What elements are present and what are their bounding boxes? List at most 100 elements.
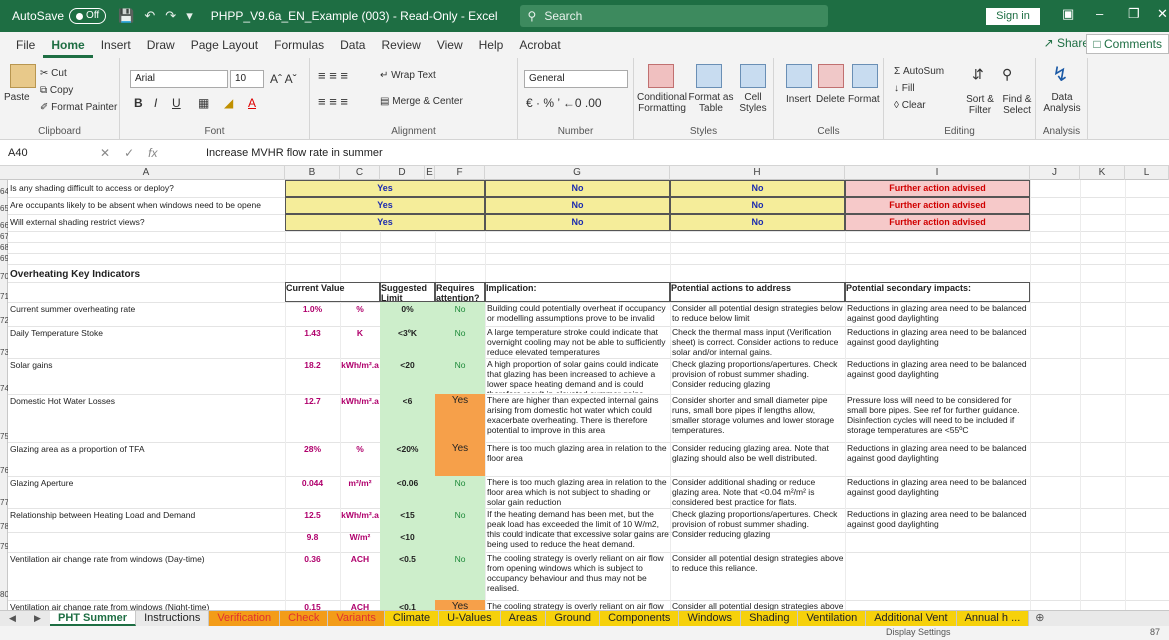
row-header-79[interactable]: 79 <box>0 542 9 551</box>
enter-icon[interactable]: ✓ <box>124 146 134 160</box>
function-icon[interactable]: fx <box>148 146 157 160</box>
conditional-formatting-icon[interactable] <box>648 64 674 88</box>
row-header-66[interactable]: 66 <box>0 221 9 230</box>
cancel-icon[interactable]: ✕ <box>100 146 110 160</box>
row-header-80[interactable]: 80 <box>0 590 9 599</box>
sheet-tab-verification[interactable]: Verification <box>209 611 281 626</box>
zoom-level[interactable]: 87 <box>1150 627 1160 637</box>
sheet-tab-pht-summer[interactable]: PHT Summer <box>50 611 137 626</box>
row-header-68[interactable]: 68 <box>0 243 9 252</box>
share-button[interactable]: ↗ Share <box>1044 36 1089 50</box>
align-top-icon[interactable]: ≡ ≡ ≡ <box>318 68 348 83</box>
sheet-tab-ventilation[interactable]: Ventilation <box>798 611 867 626</box>
row-header-70[interactable]: 70 <box>0 272 9 281</box>
paste-button[interactable]: Paste <box>4 92 30 103</box>
sheet-tab-variants[interactable]: Variants <box>328 611 385 626</box>
row-header-75[interactable]: 75 <box>0 432 9 441</box>
row-header-67[interactable]: 67 <box>0 232 9 241</box>
number-format-select[interactable]: General <box>524 70 628 88</box>
clear-button[interactable]: ◊ Clear <box>894 100 926 111</box>
find-icon[interactable]: ⚲ <box>1002 66 1012 83</box>
prev-sheet-icon[interactable]: ◀ <box>9 613 16 624</box>
ribbon-tab-view[interactable]: View <box>429 38 471 58</box>
maximize-button[interactable]: ❐ <box>1128 6 1140 22</box>
ribbon-tab-draw[interactable]: Draw <box>139 38 183 58</box>
column-header-b[interactable]: B <box>285 166 340 180</box>
format-table-icon[interactable] <box>696 64 722 88</box>
delete-cells-icon[interactable] <box>818 64 844 88</box>
find-select-button[interactable]: Find & Select <box>998 94 1036 116</box>
font-color-icon[interactable]: A <box>248 96 256 110</box>
data-analysis-icon[interactable]: ↯ <box>1052 62 1069 87</box>
row-header-72[interactable]: 72 <box>0 316 9 325</box>
row-header-64[interactable]: 64 <box>0 187 9 196</box>
sheet-tab-components[interactable]: Components <box>600 611 680 626</box>
row-header-73[interactable]: 73 <box>0 348 9 357</box>
sheet-tab-instructions[interactable]: Instructions <box>136 611 210 626</box>
row-header-78[interactable]: 78 <box>0 522 9 531</box>
display-settings-button[interactable]: Display Settings <box>886 627 951 637</box>
sheet-tab-check[interactable]: Check <box>280 611 329 626</box>
format-as-table-button[interactable]: Format as Table <box>688 92 734 114</box>
sheet-tab-ground[interactable]: Ground <box>546 611 601 626</box>
next-sheet-icon[interactable]: ▶ <box>34 613 41 624</box>
fill-color-icon[interactable]: ◢ <box>224 96 233 110</box>
ribbon-tab-review[interactable]: Review <box>373 38 428 58</box>
wrap-text-button[interactable]: ↵ Wrap Text <box>380 70 436 81</box>
font-grow-icon[interactable]: Aˆ Aˇ <box>270 72 297 86</box>
autosave-toggle[interactable]: Off <box>69 8 107 24</box>
row-header-76[interactable]: 76 <box>0 466 9 475</box>
ribbon-tab-data[interactable]: Data <box>332 38 373 58</box>
save-icon[interactable]: 💾 <box>118 8 134 24</box>
minimize-button[interactable]: – <box>1096 6 1103 21</box>
insert-button[interactable]: Insert <box>786 94 811 105</box>
data-analysis-button[interactable]: Data Analysis <box>1042 92 1082 114</box>
sheet-tab-additional-vent[interactable]: Additional Vent <box>866 611 957 626</box>
ribbon-tab-page-layout[interactable]: Page Layout <box>183 38 266 58</box>
column-header-g[interactable]: G <box>485 166 670 180</box>
row-header-65[interactable]: 65 <box>0 204 9 213</box>
ribbon-tab-insert[interactable]: Insert <box>93 38 139 58</box>
format-cells-icon[interactable] <box>852 64 878 88</box>
autosave-control[interactable]: AutoSave Off <box>12 8 107 24</box>
sheet-tab-u-values[interactable]: U-Values <box>439 611 501 626</box>
search-box[interactable]: ⚲ Search <box>519 5 828 27</box>
undo-icon[interactable]: ↶ <box>144 8 155 24</box>
italic-button[interactable]: I <box>154 96 157 110</box>
close-button[interactable]: ✕ <box>1157 6 1168 22</box>
underline-button[interactable]: U <box>172 96 181 110</box>
format-button[interactable]: Format <box>848 94 880 105</box>
bold-button[interactable]: B <box>134 96 143 110</box>
autosum-button[interactable]: Σ AutoSum <box>894 66 944 77</box>
format-painter-button[interactable]: ✐ Format Painter <box>40 102 117 113</box>
cell-styles-icon[interactable] <box>740 64 766 88</box>
font-name-select[interactable]: Arial <box>130 70 228 88</box>
worksheet-grid[interactable]: Is any shading difficult to access or de… <box>8 180 1169 610</box>
paste-icon[interactable] <box>10 64 36 88</box>
ribbon-tab-home[interactable]: Home <box>43 38 93 58</box>
delete-button[interactable]: Delete <box>816 94 845 105</box>
ribbon-tab-acrobat[interactable]: Acrobat <box>511 38 568 58</box>
row-header-69[interactable]: 69 <box>0 254 9 263</box>
insert-cells-icon[interactable] <box>786 64 812 88</box>
column-header-l[interactable]: L <box>1125 166 1169 180</box>
comments-button[interactable]: □ Comments <box>1086 34 1169 54</box>
row-header-71[interactable]: 71 <box>0 292 9 301</box>
row-header-77[interactable]: 77 <box>0 498 9 507</box>
name-box[interactable]: A40 <box>4 143 94 163</box>
sheet-tab-windows[interactable]: Windows <box>679 611 742 626</box>
cut-button[interactable]: ✂ Cut <box>40 68 67 79</box>
column-header-e[interactable]: E <box>425 166 435 180</box>
align-left-icon[interactable]: ≡ ≡ ≡ <box>318 94 348 109</box>
conditional-formatting-button[interactable]: Conditional Formatting <box>636 92 688 114</box>
sheet-tab-shading[interactable]: Shading <box>741 611 799 626</box>
ribbon-tab-file[interactable]: File <box>8 38 43 58</box>
redo-icon[interactable]: ↷ <box>165 8 176 24</box>
column-header-j[interactable]: J <box>1030 166 1080 180</box>
column-header-h[interactable]: H <box>670 166 845 180</box>
cell-styles-button[interactable]: Cell Styles <box>734 92 772 114</box>
row-header-74[interactable]: 74 <box>0 384 9 393</box>
column-header-a[interactable]: A <box>8 166 285 180</box>
ribbon-display-icon[interactable]: ▣ <box>1062 6 1074 22</box>
sort-filter-button[interactable]: Sort & Filter <box>962 94 998 116</box>
